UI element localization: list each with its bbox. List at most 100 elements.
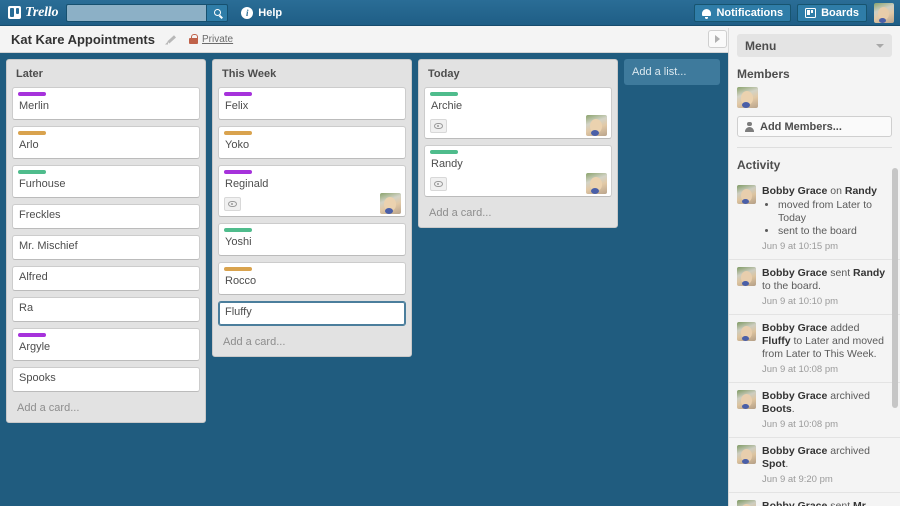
activity-target[interactable]: Fluffy [762, 335, 791, 347]
activity-actor[interactable]: Bobby Grace [762, 390, 827, 402]
add-card-button[interactable]: Add a card... [424, 203, 612, 222]
card[interactable]: Randy [424, 145, 612, 197]
activity-avatar[interactable] [737, 390, 756, 409]
boards-button[interactable]: Boards [797, 3, 867, 22]
label-chip [224, 228, 252, 232]
activity-avatar[interactable] [737, 267, 756, 286]
card[interactable]: Yoko [218, 126, 406, 159]
notifications-button[interactable]: Notifications [694, 3, 792, 22]
activity-timestamp: Jun 9 at 10:08 pm [762, 364, 839, 375]
members-section-title: Members [737, 67, 790, 81]
person-icon [745, 121, 754, 132]
activity-actor[interactable]: Bobby Grace [762, 267, 827, 279]
search-button[interactable] [206, 3, 229, 22]
list-title[interactable]: Later [12, 65, 200, 87]
activity-item: Bobby Grace archived Spot. Jun 9 at 9:20 … [729, 438, 900, 493]
label-chip [224, 131, 252, 135]
card[interactable]: Yoshi [218, 223, 406, 256]
card[interactable]: Freckles [12, 204, 200, 229]
board-visibility[interactable]: Private [188, 34, 233, 45]
card[interactable]: Archie [424, 87, 612, 139]
activity-actor[interactable]: Bobby Grace [762, 445, 827, 457]
sidebar-divider [737, 147, 892, 148]
card-title: Arlo [19, 139, 39, 151]
card[interactable]: Spooks [12, 367, 200, 392]
card[interactable]: Mr. Mischief [12, 235, 200, 260]
activity-timestamp: Jun 9 at 9:20 pm [762, 474, 833, 485]
list-today: Today Archie Randy Add a card... [418, 59, 618, 228]
lists-container: Later Merlin Arlo Furhouse Freckles Mr. Misch… [0, 53, 728, 423]
search-icon [213, 9, 221, 16]
board-sidebar: Menu Members Add Members... Activity Bob… [728, 28, 900, 506]
activity-target[interactable]: Spot [762, 458, 785, 470]
activity-actor[interactable]: Bobby Grace [762, 185, 827, 197]
eye-glyph [228, 201, 237, 207]
activity-text: Bobby Grace sent Randy to the board. [762, 267, 886, 292]
card-labels [13, 166, 199, 174]
bell-icon [702, 8, 712, 19]
sidebar-toggle-button[interactable] [708, 30, 727, 48]
card-title: Alfred [19, 271, 48, 283]
activity-avatar[interactable] [737, 445, 756, 464]
user-avatar[interactable] [874, 2, 894, 23]
activity-target[interactable]: Boots [762, 403, 792, 415]
card[interactable]: Felix [218, 87, 406, 120]
card-labels [219, 88, 405, 96]
card-member-avatar[interactable] [380, 193, 401, 214]
activity-bullet: sent to the board [778, 225, 890, 238]
card[interactable]: Ra [12, 297, 200, 322]
card-labels [13, 127, 199, 135]
search-input[interactable] [66, 3, 207, 22]
card[interactable]: Furhouse [12, 165, 200, 198]
activity-actor[interactable]: Bobby Grace [762, 500, 827, 506]
card[interactable]: Arlo [12, 126, 200, 159]
header-right-group: Notifications Boards [688, 2, 900, 23]
edit-pencil-icon[interactable] [165, 34, 176, 45]
add-card-button[interactable]: Add a card... [12, 398, 200, 417]
card[interactable]: Merlin [12, 87, 200, 120]
eye-glyph [434, 181, 443, 187]
card-title: Spooks [19, 372, 56, 384]
activity-body: Bobby Grace added Fluffy to Later and mo… [762, 322, 890, 375]
add-members-button[interactable]: Add Members... [737, 116, 892, 137]
trello-logo[interactable]: Trello [8, 5, 58, 21]
add-list-button[interactable]: Add a list... [624, 59, 720, 85]
list-title[interactable]: Today [424, 65, 612, 87]
card[interactable]: Argyle [12, 328, 200, 361]
card[interactable]: Rocco [218, 262, 406, 295]
watch-eye-icon [430, 177, 447, 191]
search-box[interactable] [66, 3, 229, 22]
activity-item: Bobby Grace sent Randy to the board. Jun … [729, 260, 900, 315]
member-avatar[interactable] [737, 87, 758, 108]
privacy-label[interactable]: Private [202, 34, 233, 45]
activity-avatar[interactable] [737, 185, 756, 204]
card-title: Furhouse [19, 178, 66, 190]
card[interactable]: Reginald [218, 165, 406, 217]
activity-target[interactable]: Randy [853, 267, 885, 279]
add-card-button[interactable]: Add a card... [218, 332, 406, 351]
card-labels [13, 329, 199, 337]
card-title: Rocco [225, 275, 257, 287]
activity-item: Bobby Grace archived Boots. Jun 9 at 10:0… [729, 383, 900, 438]
add-members-label: Add Members... [760, 120, 842, 133]
help-button[interactable]: i Help [234, 4, 289, 22]
list-title[interactable]: This Week [218, 65, 406, 87]
sidebar-menu-header[interactable]: Menu [737, 34, 892, 57]
card[interactable]: Fluffy [218, 301, 406, 326]
card-member-avatar[interactable] [586, 115, 607, 136]
watch-eye-icon [224, 197, 241, 211]
sidebar-scrollbar[interactable] [892, 168, 898, 408]
activity-actor[interactable]: Bobby Grace [762, 322, 827, 334]
activity-avatar[interactable] [737, 322, 756, 341]
card-member-avatar[interactable] [586, 173, 607, 194]
trello-logo-text: Trello [25, 4, 59, 20]
activity-body: Bobby Grace sent Randy to the board. Jun … [762, 267, 890, 307]
label-chip [18, 131, 46, 135]
activity-section-title: Activity [737, 158, 781, 172]
card-labels [219, 127, 405, 135]
card-badges [425, 173, 611, 196]
card-badges [219, 193, 405, 216]
activity-target[interactable]: Randy [845, 185, 877, 197]
card[interactable]: Alfred [12, 266, 200, 291]
activity-avatar[interactable] [737, 500, 756, 506]
